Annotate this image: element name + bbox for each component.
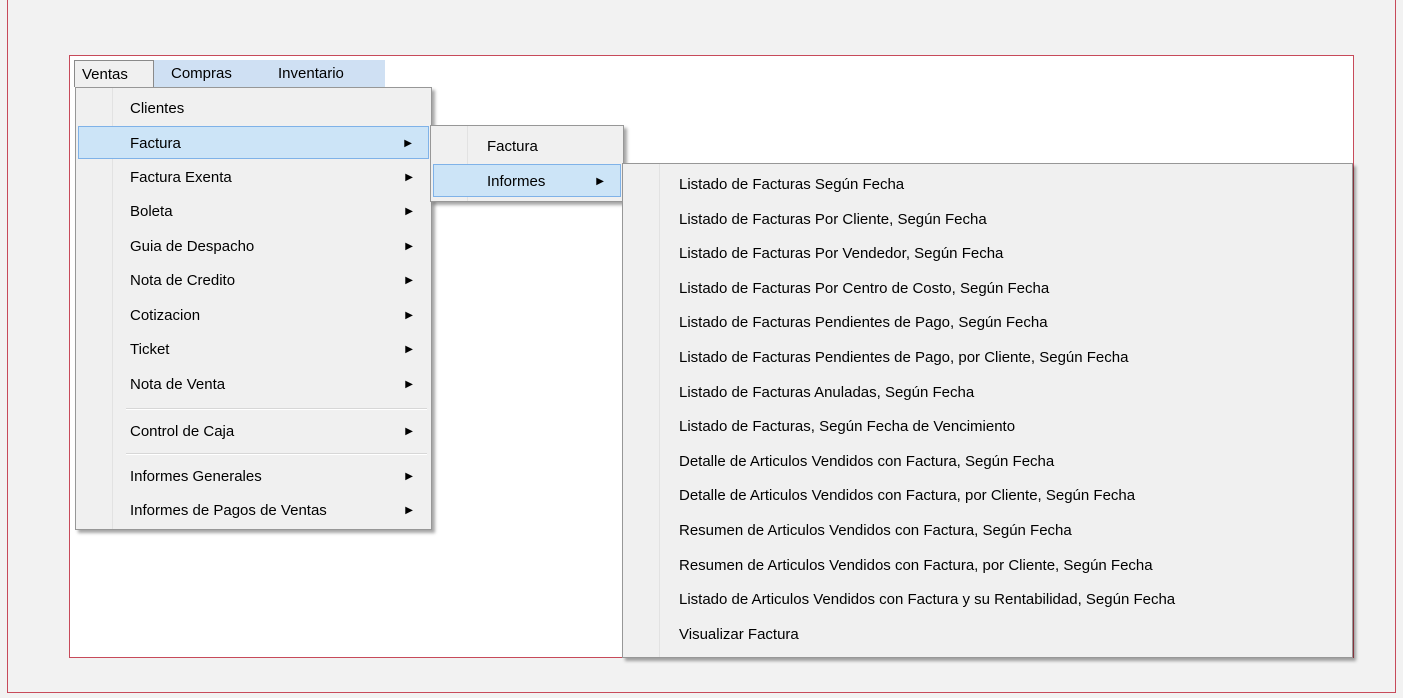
menu-item-nota-de-venta[interactable]: Nota de Venta ▶ [78,368,429,401]
menu-item-informes-de-pagos-de-ventas[interactable]: Informes de Pagos de Ventas ▶ [78,494,429,527]
menu-item-visualizar-factura[interactable]: Visualizar Factura [625,618,1350,653]
menu-item-boleta[interactable]: Boleta ▶ [78,195,429,228]
menu-item-label: Informes [487,173,546,190]
menu-item-label: Listado de Articulos Vendidos con Factur… [679,591,1176,609]
menu-item-factura-sub[interactable]: Factura [433,130,621,163]
menu-item-informe[interactable]: Listado de Facturas, Según Fecha de Venc… [625,410,1350,445]
menu-item-label: Resumen de Articulos Vendidos con Factur… [679,522,1072,539]
menu-item-informe[interactable]: Listado de Facturas Por Vendedor, Según … [625,237,1350,272]
menu-bar: Ventas Compras Inventario [74,60,385,87]
factura-submenu: Factura Informes ▶ [430,125,624,202]
menu-item-informe[interactable]: Resumen de Articulos Vendidos con Factur… [625,549,1350,584]
menu-item-informe[interactable]: Detalle de Articulos Vendidos con Factur… [625,479,1350,514]
menu-item-informe[interactable]: Listado de Articulos Vendidos con Factur… [625,583,1350,618]
menu-item-label: Informes de Pagos de Ventas [130,502,327,519]
menu-compras-label: Compras [171,65,232,82]
menu-item-label: Nota de Venta [130,376,226,393]
menu-item-label: Clientes [130,100,185,117]
menu-item-label: Listado de Facturas Por Cliente, Según F… [679,210,987,228]
menu-item-informe[interactable]: Listado de Facturas Según Fecha [625,168,1350,203]
menu-item-label: Factura [487,138,538,155]
menu-item-label: Listado de Facturas Pendientes de Pago, … [679,314,1048,332]
menu-item-informe[interactable]: Listado de Facturas Anuladas, Según Fech… [625,376,1350,411]
submenu-arrow-icon: ▶ [405,471,413,482]
submenu-arrow-icon: ▶ [405,206,413,217]
menu-item-label: Listado de Facturas Por Centro de Costo,… [679,279,1050,297]
menu-item-informes[interactable]: Informes ▶ [433,164,621,197]
menu-item-informe[interactable]: Listado de Facturas Pendientes de Pago, … [625,306,1350,341]
ventas-dropdown: Clientes Factura ▶ Factura Exenta ▶ Bole… [75,87,432,530]
submenu-arrow-icon: ▶ [596,176,604,187]
menu-item-label: Guia de Despacho [130,238,255,255]
menu-inventario[interactable]: Inventario [271,60,351,87]
menu-item-label: Listado de Facturas Según Fecha [679,176,905,193]
menu-item-label: Nota de Credito [130,272,236,289]
menu-item-label: Informes Generales [130,468,262,485]
menu-item-informe[interactable]: Listado de Facturas Por Centro de Costo,… [625,272,1350,307]
menu-ventas-label: Ventas [82,66,128,83]
menu-item-label: Ticket [130,341,170,358]
menu-item-label: Detalle de Articulos Vendidos con Factur… [679,487,1136,505]
submenu-arrow-icon: ▶ [405,275,413,286]
menu-item-informe[interactable]: Resumen de Articulos Vendidos con Factur… [625,514,1350,549]
submenu-arrow-icon: ▶ [405,310,413,321]
informes-submenu: Listado de Facturas Según Fecha Listado … [622,163,1353,658]
menu-item-label: Listado de Facturas Por Vendedor, Según … [679,245,1004,263]
menu-item-informe[interactable]: Listado de Facturas Por Cliente, Según F… [625,203,1350,238]
submenu-arrow-icon: ▶ [405,172,413,183]
menu-item-label: Detalle de Articulos Vendidos con Factur… [679,452,1055,470]
menu-item-label: Resumen de Articulos Vendidos con Factur… [679,556,1153,574]
menu-item-label: Listado de Facturas Anuladas, Según Fech… [679,383,975,401]
menu-item-informe[interactable]: Listado de Facturas Pendientes de Pago, … [625,341,1350,376]
menu-separator [126,408,427,410]
menu-item-label: Control de Caja [130,423,235,440]
menu-inventario-label: Inventario [278,65,344,82]
menu-item-label: Cotizacion [130,307,201,324]
menu-item-label: Boleta [130,203,173,220]
menu-item-label: Listado de Facturas, Según Fecha de Venc… [679,418,1016,436]
menu-item-cotizacion[interactable]: Cotizacion ▶ [78,299,429,332]
menu-item-nota-de-credito[interactable]: Nota de Credito ▶ [78,264,429,297]
submenu-arrow-icon: ▶ [404,138,412,149]
submenu-arrow-icon: ▶ [405,505,413,516]
menu-item-control-de-caja[interactable]: Control de Caja ▶ [78,415,429,448]
menu-item-factura[interactable]: Factura ▶ [78,126,429,159]
menu-compras[interactable]: Compras [164,60,239,87]
menu-ventas[interactable]: Ventas [74,60,154,87]
submenu-arrow-icon: ▶ [405,241,413,252]
submenu-arrow-icon: ▶ [405,379,413,390]
menu-separator [126,453,427,455]
menu-item-label: Visualizar Factura [679,625,799,643]
submenu-arrow-icon: ▶ [405,344,413,355]
menu-item-guia-de-despacho[interactable]: Guia de Despacho ▶ [78,230,429,263]
menu-item-informe[interactable]: Detalle de Articulos Vendidos con Factur… [625,445,1350,480]
submenu-arrow-icon: ▶ [405,426,413,437]
menu-item-label: Factura [130,135,181,152]
menu-item-informes-generales[interactable]: Informes Generales ▶ [78,460,429,493]
menu-item-label: Listado de Facturas Pendientes de Pago, … [679,349,1129,366]
menu-item-clientes[interactable]: Clientes [78,92,429,125]
menu-item-ticket[interactable]: Ticket ▶ [78,333,429,366]
menu-item-label: Factura Exenta [130,169,232,186]
menu-item-factura-exenta[interactable]: Factura Exenta ▶ [78,161,429,194]
